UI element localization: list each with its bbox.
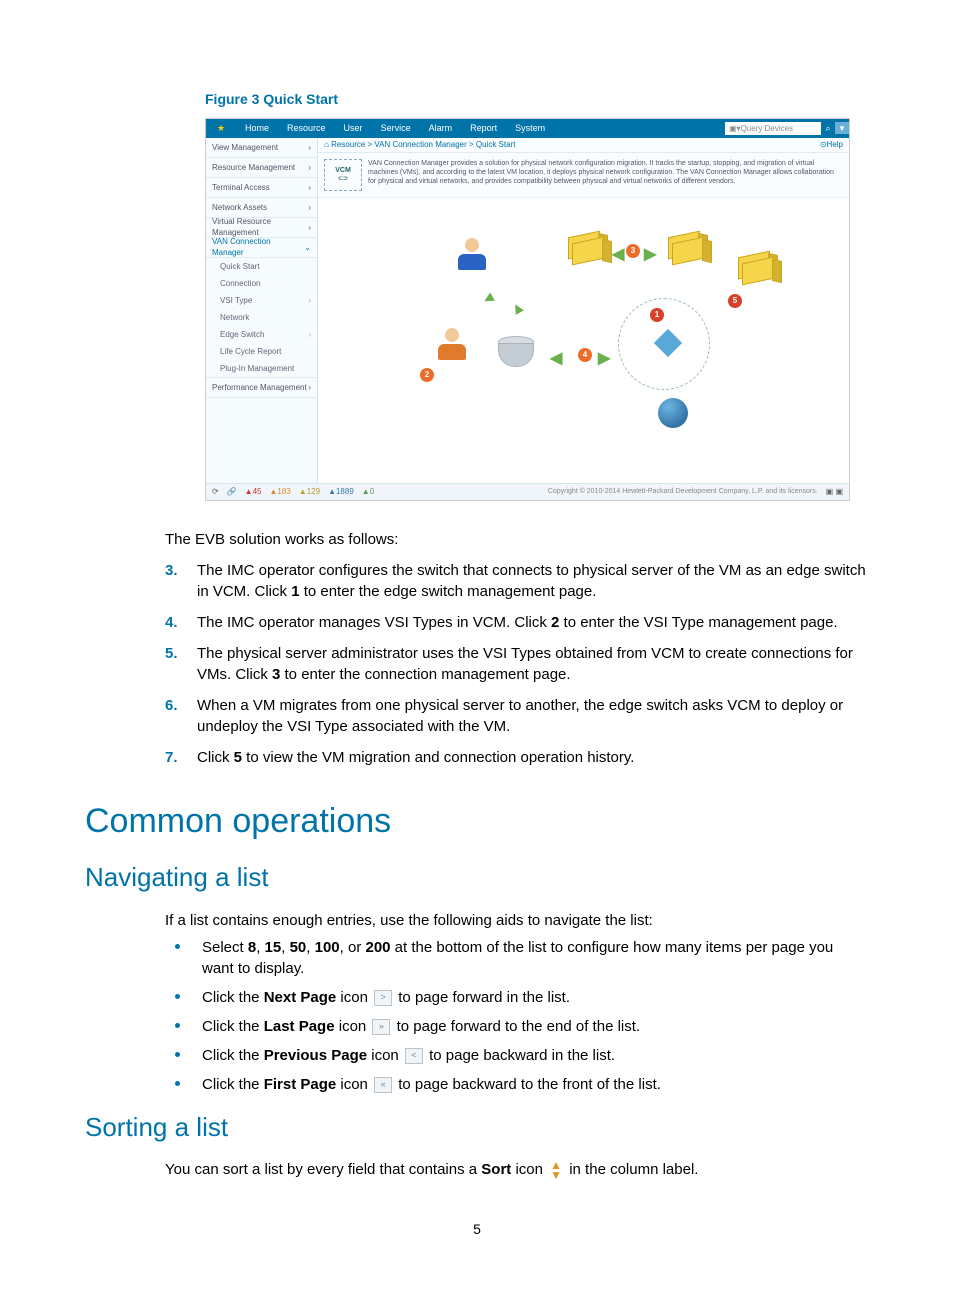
sidebar-item-view[interactable]: View Management› [206, 138, 317, 158]
arrow-icon: ▼ [474, 286, 501, 311]
arrow-icon: ▲ [505, 295, 530, 322]
step-item: 6. When a VM migrates from one physical … [165, 695, 869, 737]
heading-common-operations: Common operations [85, 798, 869, 846]
nav-alarm[interactable]: Alarm [420, 122, 462, 135]
nav-service[interactable]: Service [372, 122, 420, 135]
workflow-diagram: ◀ 3 ▶ ▼ 2 ▲ ◀ 4 [318, 198, 849, 483]
first-page-icon: « [374, 1077, 392, 1093]
steps-list: 3. The IMC operator configures the switc… [165, 560, 869, 768]
search-icon[interactable]: ⌕ [821, 122, 835, 135]
arrow-icon: ▶ [598, 348, 610, 370]
description-text: VAN Connection Manager provides a soluti… [368, 159, 843, 191]
badge-3[interactable]: 3 [626, 244, 640, 258]
step-item: 5. The physical server administrator use… [165, 643, 869, 685]
next-page-icon: > [374, 990, 392, 1006]
sidebar-sub-vsitype[interactable]: VSI Type› [206, 292, 317, 309]
last-page-icon: » [372, 1019, 390, 1035]
alarm-major[interactable]: ▲183 [270, 486, 291, 497]
link-icon[interactable]: 🔗 [227, 486, 237, 497]
list-item: Click the Next Page icon > to page forwa… [165, 987, 869, 1008]
step-item: 4. The IMC operator manages VSI Types in… [165, 612, 869, 633]
alarm-critical[interactable]: ▲45 [245, 486, 262, 497]
search-input[interactable]: ▣▾ Query Devices [725, 122, 821, 135]
sidebar-item-assets[interactable]: Network Assets› [206, 198, 317, 218]
copyright-text: Copyright © 2010-2014 Hewlett-Packard De… [548, 487, 818, 497]
list-item: Select 8, 15, 50, 100, or 200 at the bot… [165, 937, 869, 979]
admin-icon [438, 328, 466, 362]
status-bar: ⟳ 🔗 ▲45 ▲183 ▲129 ▲1889 ▲0 Copyright © 2… [206, 483, 849, 500]
nav-report[interactable]: Report [461, 122, 506, 135]
sidebar-item-performance[interactable]: Performance Management› [206, 377, 317, 398]
user-icon [458, 238, 486, 272]
heading-navigating: Navigating a list [85, 859, 869, 895]
sidebar-sub-lifecycle[interactable]: Life Cycle Report [206, 343, 317, 360]
figure-caption: Figure 3 Quick Start [205, 90, 869, 110]
star-icon[interactable]: ★ [206, 122, 236, 135]
sort-text: You can sort a list by every field that … [165, 1159, 869, 1180]
alarm-info[interactable]: ▲0 [362, 486, 374, 497]
refresh-icon[interactable]: ⟳ [212, 486, 219, 497]
top-navbar: ★ Home Resource User Service Alarm Repor… [206, 119, 849, 138]
dropdown-icon[interactable]: ▾ [835, 122, 849, 135]
step-item: 3. The IMC operator configures the switc… [165, 560, 869, 602]
nav-intro: If a list contains enough entries, use t… [165, 910, 869, 931]
sidebar-sub-quickstart[interactable]: Quick Start [206, 258, 317, 275]
badge-4[interactable]: 4 [578, 348, 592, 362]
arrow-icon: ◀ [550, 348, 562, 370]
sidebar-sub-network[interactable]: Network [206, 309, 317, 326]
screenshot-figure: ★ Home Resource User Service Alarm Repor… [205, 118, 850, 501]
list-item: Click the Previous Page icon < to page b… [165, 1045, 869, 1066]
list-item: Click the First Page icon « to page back… [165, 1074, 869, 1095]
window-control-icon[interactable]: ▣ ▣ [826, 486, 843, 497]
nav-user[interactable]: User [335, 122, 372, 135]
breadcrumb: ⌂ Resource > VAN Connection Manager > Qu… [318, 138, 849, 153]
sidebar-sub-plugin[interactable]: Plug-In Management [206, 360, 317, 377]
previous-page-icon: < [405, 1048, 423, 1064]
sidebar-item-terminal[interactable]: Terminal Access› [206, 178, 317, 198]
step-item: 7. Click 5 to view the VM migration and … [165, 747, 869, 768]
intro-text: The EVB solution works as follows: [165, 529, 869, 550]
sidebar-item-van[interactable]: VAN Connection Manager⌄ [206, 238, 317, 258]
badge-2[interactable]: 2 [420, 368, 434, 382]
heading-sorting: Sorting a list [85, 1109, 869, 1145]
help-link[interactable]: ⊙Help [820, 139, 843, 150]
sidebar-sub-edgeswitch[interactable]: Edge Switch› [206, 326, 317, 343]
sidebar-item-virtual[interactable]: Virtual Resource Management› [206, 218, 317, 238]
vcm-icon: VCM ⊂⊃ [324, 159, 362, 191]
devices-icon: ▣▾ [729, 123, 741, 134]
alarm-warning[interactable]: ▲1889 [328, 486, 354, 497]
badge-5[interactable]: 5 [728, 294, 742, 308]
sidebar-item-resource[interactable]: Resource Management› [206, 158, 317, 178]
globe-icon [658, 398, 688, 428]
alarm-minor[interactable]: ▲129 [299, 486, 320, 497]
sidebar: View Management› Resource Management› Te… [206, 138, 318, 483]
nav-system[interactable]: System [506, 122, 554, 135]
arrow-icon: ▶ [644, 244, 656, 266]
nav-home[interactable]: Home [236, 122, 278, 135]
list-item: Click the Last Page icon » to page forwa… [165, 1016, 869, 1037]
sort-icon: ▲▼ [550, 1160, 562, 1180]
page-number: 5 [85, 1220, 869, 1240]
database-icon [498, 336, 532, 366]
sidebar-sub-connection[interactable]: Connection [206, 275, 317, 292]
home-icon: ⌂ [324, 140, 331, 149]
nav-resource[interactable]: Resource [278, 122, 335, 135]
nav-bullet-list: Select 8, 15, 50, 100, or 200 at the bot… [165, 937, 869, 1095]
arrow-icon: ◀ [612, 244, 624, 266]
badge-1[interactable]: 1 [650, 308, 664, 322]
